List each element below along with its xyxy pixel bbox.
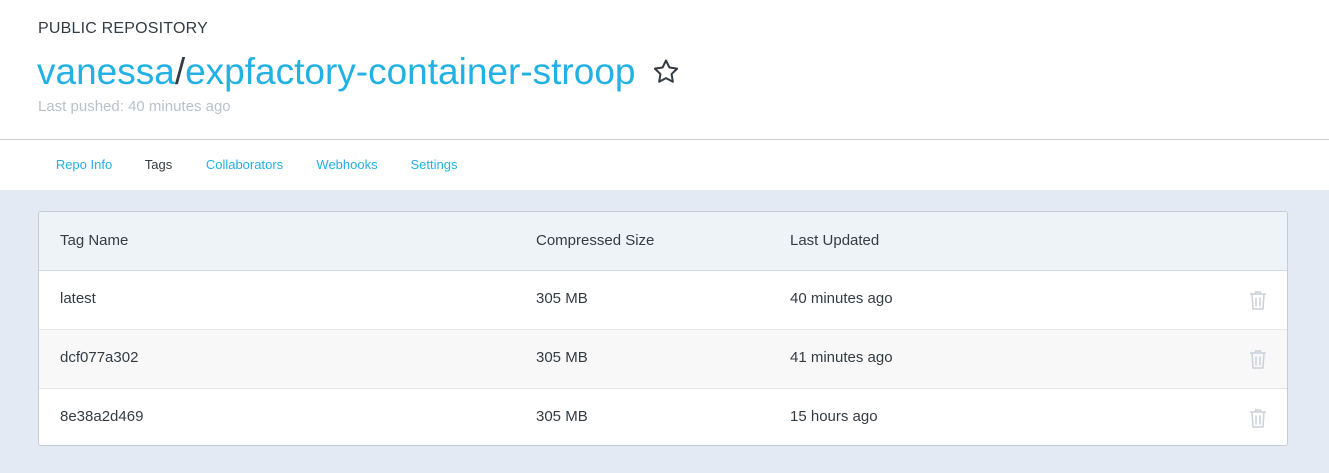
last-updated-cell: 41 minutes ago xyxy=(790,349,893,366)
repo-name-link[interactable]: expfactory-container-stroop xyxy=(185,48,635,96)
tab-settings[interactable]: Settings xyxy=(394,140,474,191)
tab-collaborators[interactable]: Collaborators xyxy=(189,140,300,191)
repo-title-separator: / xyxy=(174,51,186,92)
tab-tags[interactable]: Tags xyxy=(128,140,189,191)
compressed-size-cell: 305 MB xyxy=(536,290,588,307)
tags-content: Tag Name Compressed Size Last Updated la… xyxy=(0,190,1329,473)
last-updated-cell: 15 hours ago xyxy=(790,408,878,425)
repo-owner-link[interactable]: vanessa xyxy=(37,48,175,96)
tab-repo-info[interactable]: Repo Info xyxy=(40,140,128,191)
delete-tag-button[interactable] xyxy=(1249,349,1267,369)
tag-name-cell: latest xyxy=(60,290,96,307)
table-row: 8e38a2d469 305 MB 15 hours ago xyxy=(39,389,1287,445)
trash-icon xyxy=(1250,409,1266,428)
repo-title: vanessa / expfactory-container-stroop xyxy=(37,48,683,96)
last-pushed-text: Last pushed: 40 minutes ago xyxy=(38,98,231,115)
tag-name-cell: dcf077a302 xyxy=(60,349,139,366)
tags-table: Tag Name Compressed Size Last Updated la… xyxy=(38,211,1288,446)
tag-name-cell: 8e38a2d469 xyxy=(60,408,144,425)
star-button[interactable] xyxy=(651,56,683,88)
star-outline-icon xyxy=(654,59,679,83)
last-updated-cell: 40 minutes ago xyxy=(790,290,893,307)
repo-visibility-label: PUBLIC REPOSITORY xyxy=(38,20,208,37)
header-tag-name: Tag Name xyxy=(60,232,129,249)
compressed-size-cell: 305 MB xyxy=(536,408,588,425)
table-header: Tag Name Compressed Size Last Updated xyxy=(39,212,1287,271)
trash-icon xyxy=(1250,291,1266,310)
trash-icon xyxy=(1250,350,1266,369)
compressed-size-cell: 305 MB xyxy=(536,349,588,366)
table-row: latest 305 MB 40 minutes ago xyxy=(39,271,1287,330)
repo-tabs: Repo Info Tags Collaborators Webhooks Se… xyxy=(0,140,1329,191)
header-last-updated: Last Updated xyxy=(790,232,880,249)
table-row: dcf077a302 305 MB 41 minutes ago xyxy=(39,330,1287,389)
tab-webhooks[interactable]: Webhooks xyxy=(300,140,394,191)
repo-header: PUBLIC REPOSITORY vanessa / expfactory-con… xyxy=(0,0,1329,140)
delete-tag-button[interactable] xyxy=(1249,290,1267,310)
header-compressed-size: Compressed Size xyxy=(536,232,655,249)
delete-tag-button[interactable] xyxy=(1249,408,1267,428)
